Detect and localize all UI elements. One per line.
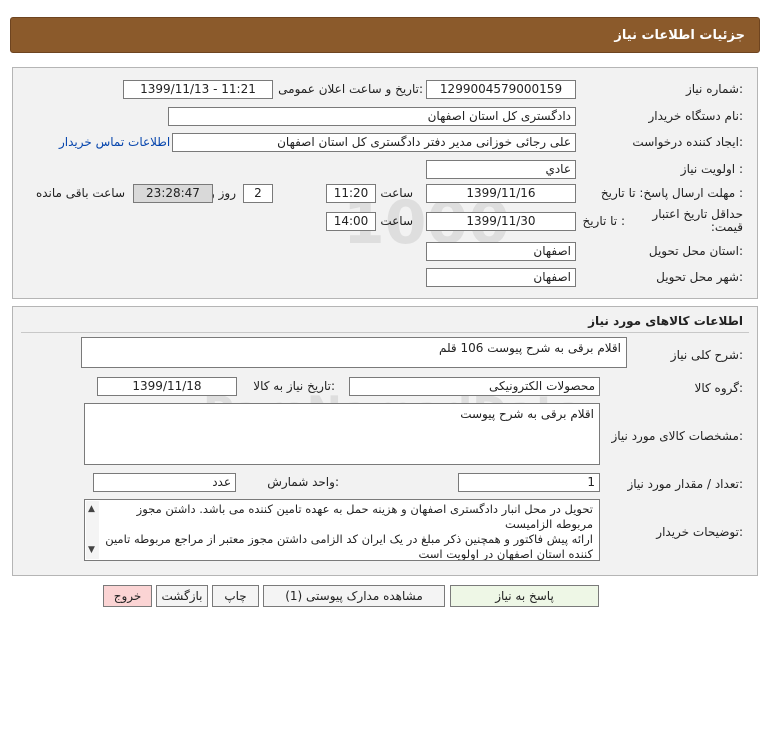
- quantity-label: تعداد / مقدار مورد نیاز:: [627, 477, 743, 491]
- specs-field: اقلام برقی به شرح پیوست: [84, 403, 600, 465]
- scroll-up-icon[interactable]: ▲: [88, 502, 95, 517]
- exit-button[interactable]: خروج: [103, 585, 152, 607]
- days-label: روز و: [209, 186, 236, 200]
- print-button[interactable]: چاپ: [212, 585, 259, 607]
- scroll-down-icon[interactable]: ▼: [88, 543, 95, 558]
- buyer-org-field: دادگستری کل استان اصفهان: [168, 107, 576, 126]
- days-field: 2: [243, 184, 273, 203]
- general-desc-label: شرح کلی نیاز:: [670, 348, 743, 362]
- need-info-panel: 1000 شماره نیاز: 1299004579000159 تاریخ …: [12, 67, 758, 299]
- validity-time-label: ساعت: [380, 214, 413, 228]
- buyer-notes-box[interactable]: تحویل در محل انبار دادگستری اصفهان و هزی…: [84, 499, 600, 561]
- unit-label: واحد شمارش:: [267, 475, 339, 489]
- notes-scrollbar[interactable]: ▲ ▼: [86, 501, 99, 559]
- deadline-label: مهلت ارسال پاسخ: تا تاریخ :: [600, 186, 743, 200]
- buyer-contact-link[interactable]: اطلاعات تماس خریدار: [59, 135, 170, 149]
- announce-label: تاریخ و ساعت اعلان عمومی:: [278, 82, 423, 96]
- province-label: استان محل تحویل:: [648, 244, 743, 258]
- buyer-notes-line-1: تحویل در محل انبار دادگستری اصفهان و هزی…: [136, 502, 593, 531]
- priority-label: اولویت نیاز :: [680, 162, 743, 176]
- validity-date-field: 1399/11/30: [426, 212, 576, 231]
- buyer-notes-label: توضیحات خریدار:: [656, 525, 743, 539]
- need-date-field: 1399/11/18: [97, 377, 237, 396]
- page-header: جزئیات اطلاعات نیاز: [10, 17, 760, 53]
- deadline-time-field: 11:20: [326, 184, 376, 203]
- need-date-label: تاریخ نیاز به کالا:: [253, 379, 335, 393]
- validity-time-field: 14:00: [326, 212, 376, 231]
- specs-label: مشخصات کالای مورد نیاز:: [611, 429, 743, 443]
- goods-info-panel: ParsNamadData اطلاعات کالاهای مورد نیاز …: [12, 306, 758, 576]
- requester-label: ایجاد کننده درخواست:: [632, 135, 743, 149]
- buyer-org-label: نام دستگاه خریدار:: [648, 109, 744, 123]
- quantity-field: 1: [458, 473, 600, 492]
- validity-until-label: تا تاریخ :: [582, 214, 625, 228]
- buyer-notes-line-2: ارائه پیش فاکتور و همچنین ذکر مبلغ در یک…: [105, 532, 593, 561]
- city-label: شهر محل تحویل:: [656, 270, 743, 284]
- need-number-field: 1299004579000159: [426, 80, 576, 99]
- back-button[interactable]: بازگشت: [156, 585, 208, 607]
- view-attachments-button[interactable]: مشاهده مدارک پیوستی (1): [263, 585, 445, 607]
- deadline-date-field: 1399/11/16: [426, 184, 576, 203]
- remaining-time-field: 23:28:47: [133, 184, 213, 203]
- need-number-label: شماره نیاز:: [685, 82, 743, 96]
- priority-field: عادي: [426, 160, 576, 179]
- general-desc-field: اقلام برقی به شرح پیوست 106 قلم: [81, 337, 627, 368]
- deadline-time-label: ساعت: [380, 186, 413, 200]
- reply-button[interactable]: پاسخ به نیاز: [450, 585, 599, 607]
- page-title: جزئیات اطلاعات نیاز: [614, 27, 745, 43]
- validity-label: حداقل تاریخ اعتبار قیمت:: [652, 207, 743, 234]
- province-field: اصفهان: [426, 242, 576, 261]
- remaining-label: ساعت باقی مانده: [35, 186, 125, 200]
- city-field: اصفهان: [426, 268, 576, 287]
- goods-group-label: گروه کالا:: [694, 381, 744, 395]
- goods-group-field: محصولات الکترونیکی: [349, 377, 600, 396]
- requester-field: علی رجائی خوزانی مدیر دفتر دادگستری کل ا…: [172, 133, 576, 152]
- announce-field: 1399/11/13 - 11:21: [123, 80, 273, 99]
- section-divider: [21, 332, 749, 333]
- unit-field: عدد: [93, 473, 236, 492]
- goods-section-title: اطلاعات کالاهای مورد نیاز: [588, 314, 743, 328]
